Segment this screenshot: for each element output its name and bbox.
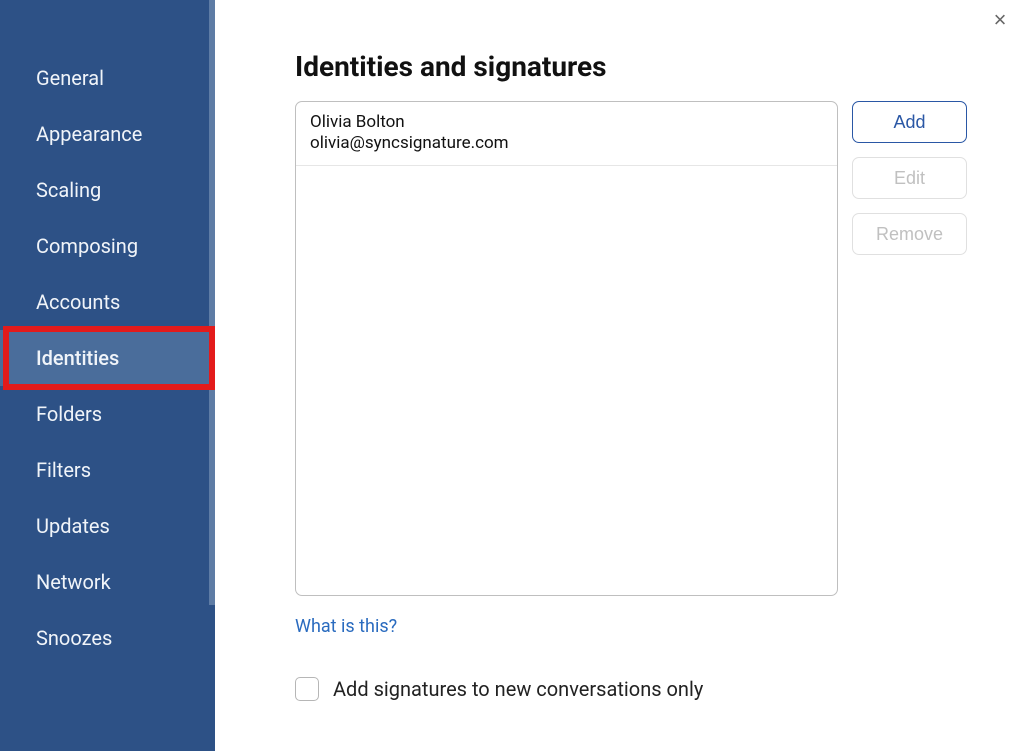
sidebar-item-updates[interactable]: Updates <box>0 498 215 554</box>
help-link[interactable]: What is this? <box>295 616 397 637</box>
settings-layout: General Appearance Scaling Composing Acc… <box>0 0 1024 751</box>
settings-sidebar: General Appearance Scaling Composing Acc… <box>0 0 215 751</box>
sidebar-item-label: Scaling <box>36 178 101 202</box>
sidebar-item-label: Network <box>36 570 111 594</box>
main-panel: Identities and signatures Olivia Bolton … <box>215 0 1024 751</box>
sidebar-item-label: Appearance <box>36 122 142 146</box>
sidebar-item-network[interactable]: Network <box>0 554 215 610</box>
identity-email: olivia@syncsignature.com <box>310 133 823 154</box>
identity-actions: Add Edit Remove <box>852 101 967 255</box>
sidebar-item-scaling[interactable]: Scaling <box>0 162 215 218</box>
checkbox-label: Add signatures to new conversations only <box>333 677 703 701</box>
sidebar-item-label: Folders <box>36 402 102 426</box>
identities-row: Olivia Bolton olivia@syncsignature.com A… <box>295 101 1004 596</box>
sidebar-item-appearance[interactable]: Appearance <box>0 106 215 162</box>
sidebar-item-identities[interactable]: Identities <box>0 330 215 386</box>
sidebar-item-accounts[interactable]: Accounts <box>0 274 215 330</box>
identity-item[interactable]: Olivia Bolton olivia@syncsignature.com <box>296 102 837 166</box>
sidebar-item-label: Composing <box>36 234 138 258</box>
signature-option-row: Add signatures to new conversations only <box>295 677 1004 701</box>
identities-list[interactable]: Olivia Bolton olivia@syncsignature.com <box>295 101 838 596</box>
sidebar-item-label: Accounts <box>36 290 120 314</box>
sidebar-item-snoozes[interactable]: Snoozes <box>0 610 215 666</box>
add-signatures-new-convos-checkbox[interactable] <box>295 677 319 701</box>
sidebar-item-label: Updates <box>36 514 110 538</box>
sidebar-item-label: Identities <box>36 346 119 370</box>
sidebar-item-label: Filters <box>36 458 91 482</box>
add-button[interactable]: Add <box>852 101 967 143</box>
sidebar-item-filters[interactable]: Filters <box>0 442 215 498</box>
sidebar-item-general[interactable]: General <box>0 50 215 106</box>
sidebar-item-composing[interactable]: Composing <box>0 218 215 274</box>
sidebar-item-label: Snoozes <box>36 626 112 650</box>
edit-button: Edit <box>852 157 967 199</box>
remove-button: Remove <box>852 213 967 255</box>
identity-name: Olivia Bolton <box>310 112 823 133</box>
sidebar-item-label: General <box>36 66 104 90</box>
page-title: Identities and signatures <box>295 50 1004 83</box>
sidebar-item-folders[interactable]: Folders <box>0 386 215 442</box>
